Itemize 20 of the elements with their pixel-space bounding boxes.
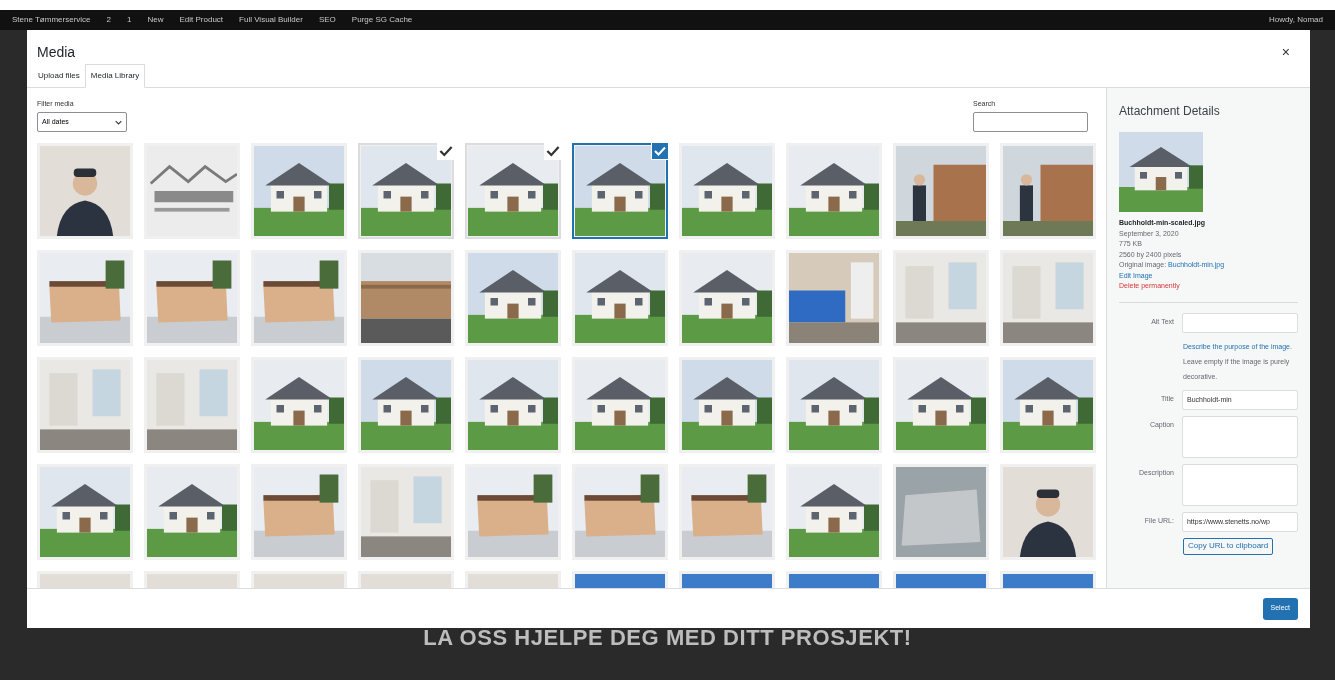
updates-count[interactable]: 2 [106, 14, 111, 26]
check-icon[interactable] [651, 142, 669, 160]
cache-link[interactable]: Purge SG Cache [351, 14, 413, 26]
seo-link[interactable]: SEO [318, 14, 336, 26]
copy-url-button[interactable]: Copy URL to clipboard [1183, 537, 1274, 555]
tab[interactable]: Media Library [84, 64, 146, 88]
close-button[interactable]: × [1281, 41, 1290, 63]
user-greeting[interactable]: Howdy, Nomad [1268, 14, 1323, 26]
details-title: Attachment Details [1119, 103, 1221, 120]
comments-count[interactable]: 1 [127, 14, 132, 26]
site-name[interactable]: Stene Tømmerservice [12, 14, 91, 26]
builder-link[interactable]: Full Visual Builder [239, 14, 303, 26]
text-field[interactable] [1181, 312, 1298, 333]
chevron-down-icon [115, 119, 122, 125]
search-field[interactable] [973, 112, 1088, 132]
page-heading: LA OSS HJELPE DEG MED DITT PROSJEKT! [423, 624, 912, 652]
new-link[interactable]: New [147, 14, 164, 26]
edit-link[interactable]: Edit Product [179, 14, 224, 26]
modal-title: Media [37, 42, 76, 62]
tab[interactable]: Upload files [33, 65, 85, 87]
